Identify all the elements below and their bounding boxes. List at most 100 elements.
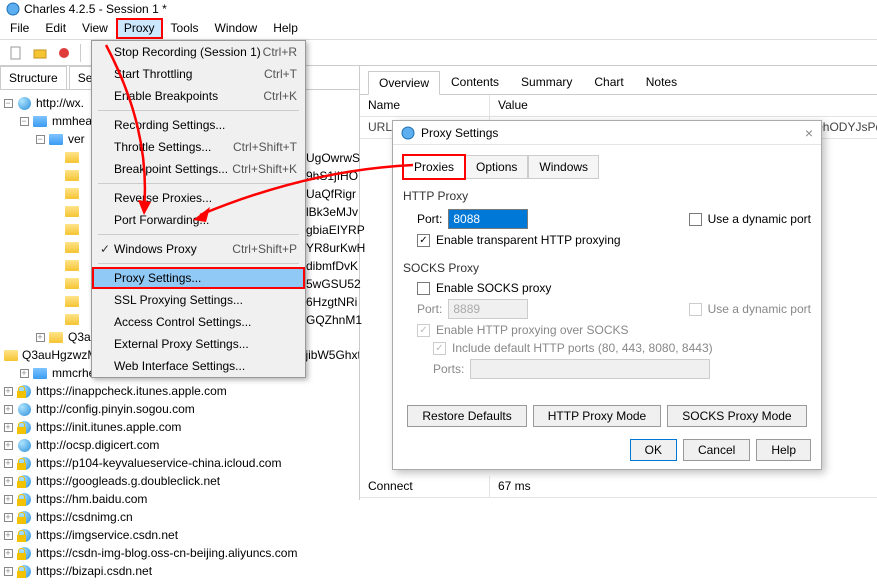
tree-label: https://googleads.g.doubleclick.net [36,474,220,488]
open-icon[interactable] [30,43,50,63]
tree-row[interactable]: +http://ocsp.digicert.com [2,436,357,454]
tree-row[interactable]: + https://bizapi.csdn.net [2,562,357,580]
expand-icon[interactable]: + [2,529,14,541]
globe-lock-icon [16,383,32,399]
dialog-tabs: ProxiesOptionsWindows [403,155,811,179]
menu-view[interactable]: View [74,18,116,39]
tab-contents[interactable]: Contents [440,70,510,94]
col-value[interactable]: Value [490,95,536,116]
expand-icon[interactable]: + [2,385,14,397]
menu-item-port-forwarding[interactable]: Port Forwarding... [92,209,305,231]
collapse-icon[interactable]: − [18,115,30,127]
tree-row[interactable]: +https://p104-keyvalueservice-china.iclo… [2,454,357,472]
ok-button[interactable]: OK [630,439,677,461]
socks-proxy-mode-button[interactable]: SOCKS Proxy Mode [667,405,806,427]
expand-icon[interactable]: + [2,403,14,415]
menu-edit[interactable]: Edit [37,18,74,39]
tab-chart[interactable]: Chart [583,70,634,94]
code-fragment: lBk3eMJv [306,205,366,223]
expand-icon[interactable]: + [2,547,14,559]
expand-icon[interactable]: + [34,331,46,343]
menu-proxy[interactable]: Proxy [116,18,163,39]
expand-icon[interactable]: + [2,565,14,577]
http-dynamic-checkbox[interactable] [689,213,702,226]
menu-item-enable-breakpoints[interactable]: Enable BreakpointsCtrl+K [92,85,305,107]
record-icon[interactable] [54,43,74,63]
new-session-icon[interactable] [6,43,26,63]
dialog-tab-windows[interactable]: Windows [528,155,599,179]
http-dynamic-label: Use a dynamic port [708,212,811,226]
collapse-icon [50,313,62,325]
menu-item-web-interface-settings[interactable]: Web Interface Settings... [92,355,305,377]
tree-label: https://bizapi.csdn.net [36,564,152,578]
expand-icon[interactable]: + [2,439,14,451]
tree-row[interactable]: +https://inappcheck.itunes.apple.com [2,382,357,400]
menu-item-access-control-settings[interactable]: Access Control Settings... [92,311,305,333]
tree-label: ver [68,132,85,146]
expand-icon[interactable]: + [2,457,14,469]
tree-row[interactable]: +https://init.itunes.apple.com [2,418,357,436]
menu-item-breakpoint-settings[interactable]: Breakpoint Settings...Ctrl+Shift+K [92,158,305,180]
socks-enable-checkbox[interactable] [417,282,430,295]
folder-icon [64,167,80,183]
cancel-button[interactable]: Cancel [683,439,750,461]
menu-window[interactable]: Window [207,18,266,39]
tree-row[interactable]: + http://config.pinyin.sogou.com [2,400,357,418]
folder-icon [64,293,80,309]
folder-icon [4,347,18,363]
tree-row[interactable]: + https://imgservice.csdn.net [2,526,357,544]
tree-row[interactable]: +https://csdnimg.cn [2,508,357,526]
socks-enable-label: Enable SOCKS proxy [436,281,551,295]
help-button[interactable]: Help [756,439,811,461]
tree-label: https://imgservice.csdn.net [36,528,178,542]
proxy-menu-dropdown: Stop Recording (Session 1)Ctrl+RStart Th… [91,40,306,378]
socks-httpover-checkbox: ✓ [417,324,430,337]
tab-overview[interactable]: Overview [368,71,440,95]
tree-row[interactable]: +https://hm.baidu.com [2,490,357,508]
name-value-row: Connect 67 ms [360,476,877,498]
tree-row[interactable]: +https://csdn-img-blog.oss-cn-beijing.al… [2,544,357,562]
dialog-tab-options[interactable]: Options [465,155,528,179]
expand-icon[interactable]: + [2,421,14,433]
menu-item-reverse-proxies[interactable]: Reverse Proxies... [92,187,305,209]
http-proxy-mode-button[interactable]: HTTP Proxy Mode [533,405,661,427]
restore-defaults-button[interactable]: Restore Defaults [407,405,526,427]
code-fragments: UgOwrwS9hS1jIHOUaQfRigrlBk3eMJvgbiaEIYRP… [306,151,366,331]
tree-row[interactable]: + https://googleads.g.doubleclick.net [2,472,357,490]
folder-icon [64,311,80,327]
code-fragment: gbiaEIYRP [306,223,366,241]
menu-item-windows-proxy[interactable]: ✓Windows ProxyCtrl+Shift+P [92,238,305,260]
menu-tools[interactable]: Tools [163,18,207,39]
tab-summary[interactable]: Summary [510,70,583,94]
menu-item-start-throttling[interactable]: Start ThrottlingCtrl+T [92,63,305,85]
menu-item-external-proxy-settings[interactable]: External Proxy Settings... [92,333,305,355]
menu-item-proxy-settings[interactable]: Proxy Settings... [92,267,305,289]
dialog-tab-proxies[interactable]: Proxies [403,155,465,179]
col-name[interactable]: Name [360,95,490,116]
expand-icon[interactable]: + [18,367,30,379]
expand-icon[interactable]: + [2,511,14,523]
tab-structure[interactable]: Structure [0,66,67,89]
folder-icon [48,131,64,147]
http-transparent-label: Enable transparent HTTP proxying [436,233,621,247]
collapse-icon[interactable]: − [34,133,46,145]
tree-label: http://config.pinyin.sogou.com [36,402,195,416]
nv-value: 67 ms [490,476,539,497]
menu-item-stop-recording-session-1[interactable]: Stop Recording (Session 1)Ctrl+R [92,41,305,63]
collapse-icon[interactable]: − [2,97,14,109]
menu-item-ssl-proxying-settings[interactable]: SSL Proxying Settings... [92,289,305,311]
menu-file[interactable]: File [2,18,37,39]
close-icon[interactable]: × [805,125,813,141]
globe-lock-icon [16,509,32,525]
menubar: FileEditViewProxyToolsWindowHelp [0,18,877,40]
menu-help[interactable]: Help [265,18,306,39]
http-transparent-checkbox[interactable]: ✓ [417,234,430,247]
dialog-title: Proxy Settings [421,126,498,140]
expand-icon[interactable]: + [2,493,14,505]
expand-icon[interactable]: + [2,475,14,487]
http-port-input[interactable] [448,209,528,229]
menu-item-throttle-settings[interactable]: Throttle Settings...Ctrl+Shift+T [92,136,305,158]
menu-item-recording-settings[interactable]: Recording Settings... [92,114,305,136]
tab-notes[interactable]: Notes [635,70,688,94]
nv-name: Connect [360,476,490,497]
